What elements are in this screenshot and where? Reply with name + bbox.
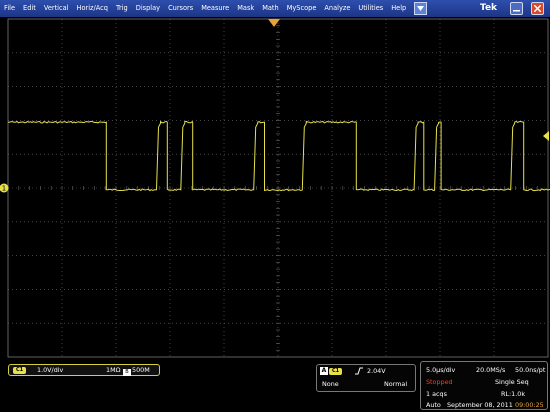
horizontal-scale: 5.0µs/div	[426, 366, 456, 374]
graticule-display[interactable]: 1	[0, 17, 550, 358]
menu-help[interactable]: Help	[387, 0, 410, 17]
run-state: Stopped	[426, 378, 453, 386]
graticule-markers: 1	[0, 19, 549, 193]
ch1-waveform	[7, 120, 550, 192]
menu-file[interactable]: File	[0, 0, 19, 17]
trigger-auto-mode: Auto	[426, 401, 441, 409]
close-icon	[534, 5, 541, 12]
ch1-vertical-scale: 1.0V/div	[37, 366, 64, 374]
record-length: RL:1.0k	[501, 390, 526, 398]
menu-horiz-acq[interactable]: Horiz/Acq	[73, 0, 112, 17]
menu-cursors[interactable]: Cursors	[164, 0, 197, 17]
ch1-badge: C1	[13, 366, 27, 374]
trigger-source-badge: C1	[329, 368, 343, 375]
ch1-bandwidth: B 500M	[123, 366, 150, 376]
minimize-button[interactable]	[510, 2, 523, 15]
sample-rate: 20.0MS/s	[476, 366, 506, 374]
menu-edit[interactable]: Edit	[19, 0, 40, 17]
brand-logo: Tek	[480, 3, 498, 13]
trigger-coupling: None	[322, 380, 339, 388]
menu-bar: File Edit Vertical Horiz/Acq Trig Displa…	[0, 0, 550, 17]
close-button[interactable]	[531, 2, 544, 15]
trigger-level: 2.04V	[367, 367, 386, 375]
menu-dropdown-button[interactable]	[414, 2, 428, 15]
menu-mask[interactable]: Mask	[233, 0, 258, 17]
rising-edge-icon	[355, 367, 363, 375]
trigger-level-marker[interactable]	[543, 131, 549, 141]
readout-panel: C1 1.0V/div 1MΩ B 500M A C1 2.04V None No…	[0, 358, 550, 412]
menu-math[interactable]: Math	[258, 0, 283, 17]
trigger-readout[interactable]: A C1 2.04V None Normal	[316, 364, 416, 392]
menu-utilities[interactable]: Utilities	[354, 0, 387, 17]
menu-measure[interactable]: Measure	[197, 0, 233, 17]
trigger-a-badge: A	[320, 367, 328, 375]
bandwidth-limit-icon: B	[123, 369, 131, 376]
trigger-mode: Normal	[384, 380, 408, 388]
menu-vertical[interactable]: Vertical	[40, 0, 73, 17]
menu-trig[interactable]: Trig	[112, 0, 132, 17]
menu-myscope[interactable]: MyScope	[283, 0, 321, 17]
graticule-grid	[7, 18, 549, 358]
sequence-mode: Single Seq	[495, 378, 529, 386]
acquisition-count: 1 acqs	[426, 390, 447, 398]
time-per-point: 50.0ns/pt	[515, 366, 546, 374]
menu-display[interactable]: Display	[132, 0, 164, 17]
chevron-down-icon	[417, 6, 425, 11]
ch1-impedance: 1MΩ	[106, 366, 121, 374]
acquisition-time: 09:00:25	[515, 401, 544, 409]
acquisition-date: September 08, 2011	[447, 401, 513, 409]
minimize-icon	[513, 10, 520, 12]
menu-analyze[interactable]: Analyze	[320, 0, 354, 17]
acquisition-readout[interactable]: 5.0µs/div 20.0MS/s 50.0ns/pt Stopped Sin…	[420, 361, 548, 410]
ch1-ground-label: 1	[2, 185, 6, 193]
ch1-bandwidth-value: 500M	[132, 366, 150, 374]
ch1-readout[interactable]: C1 1.0V/div 1MΩ B 500M	[8, 364, 160, 376]
